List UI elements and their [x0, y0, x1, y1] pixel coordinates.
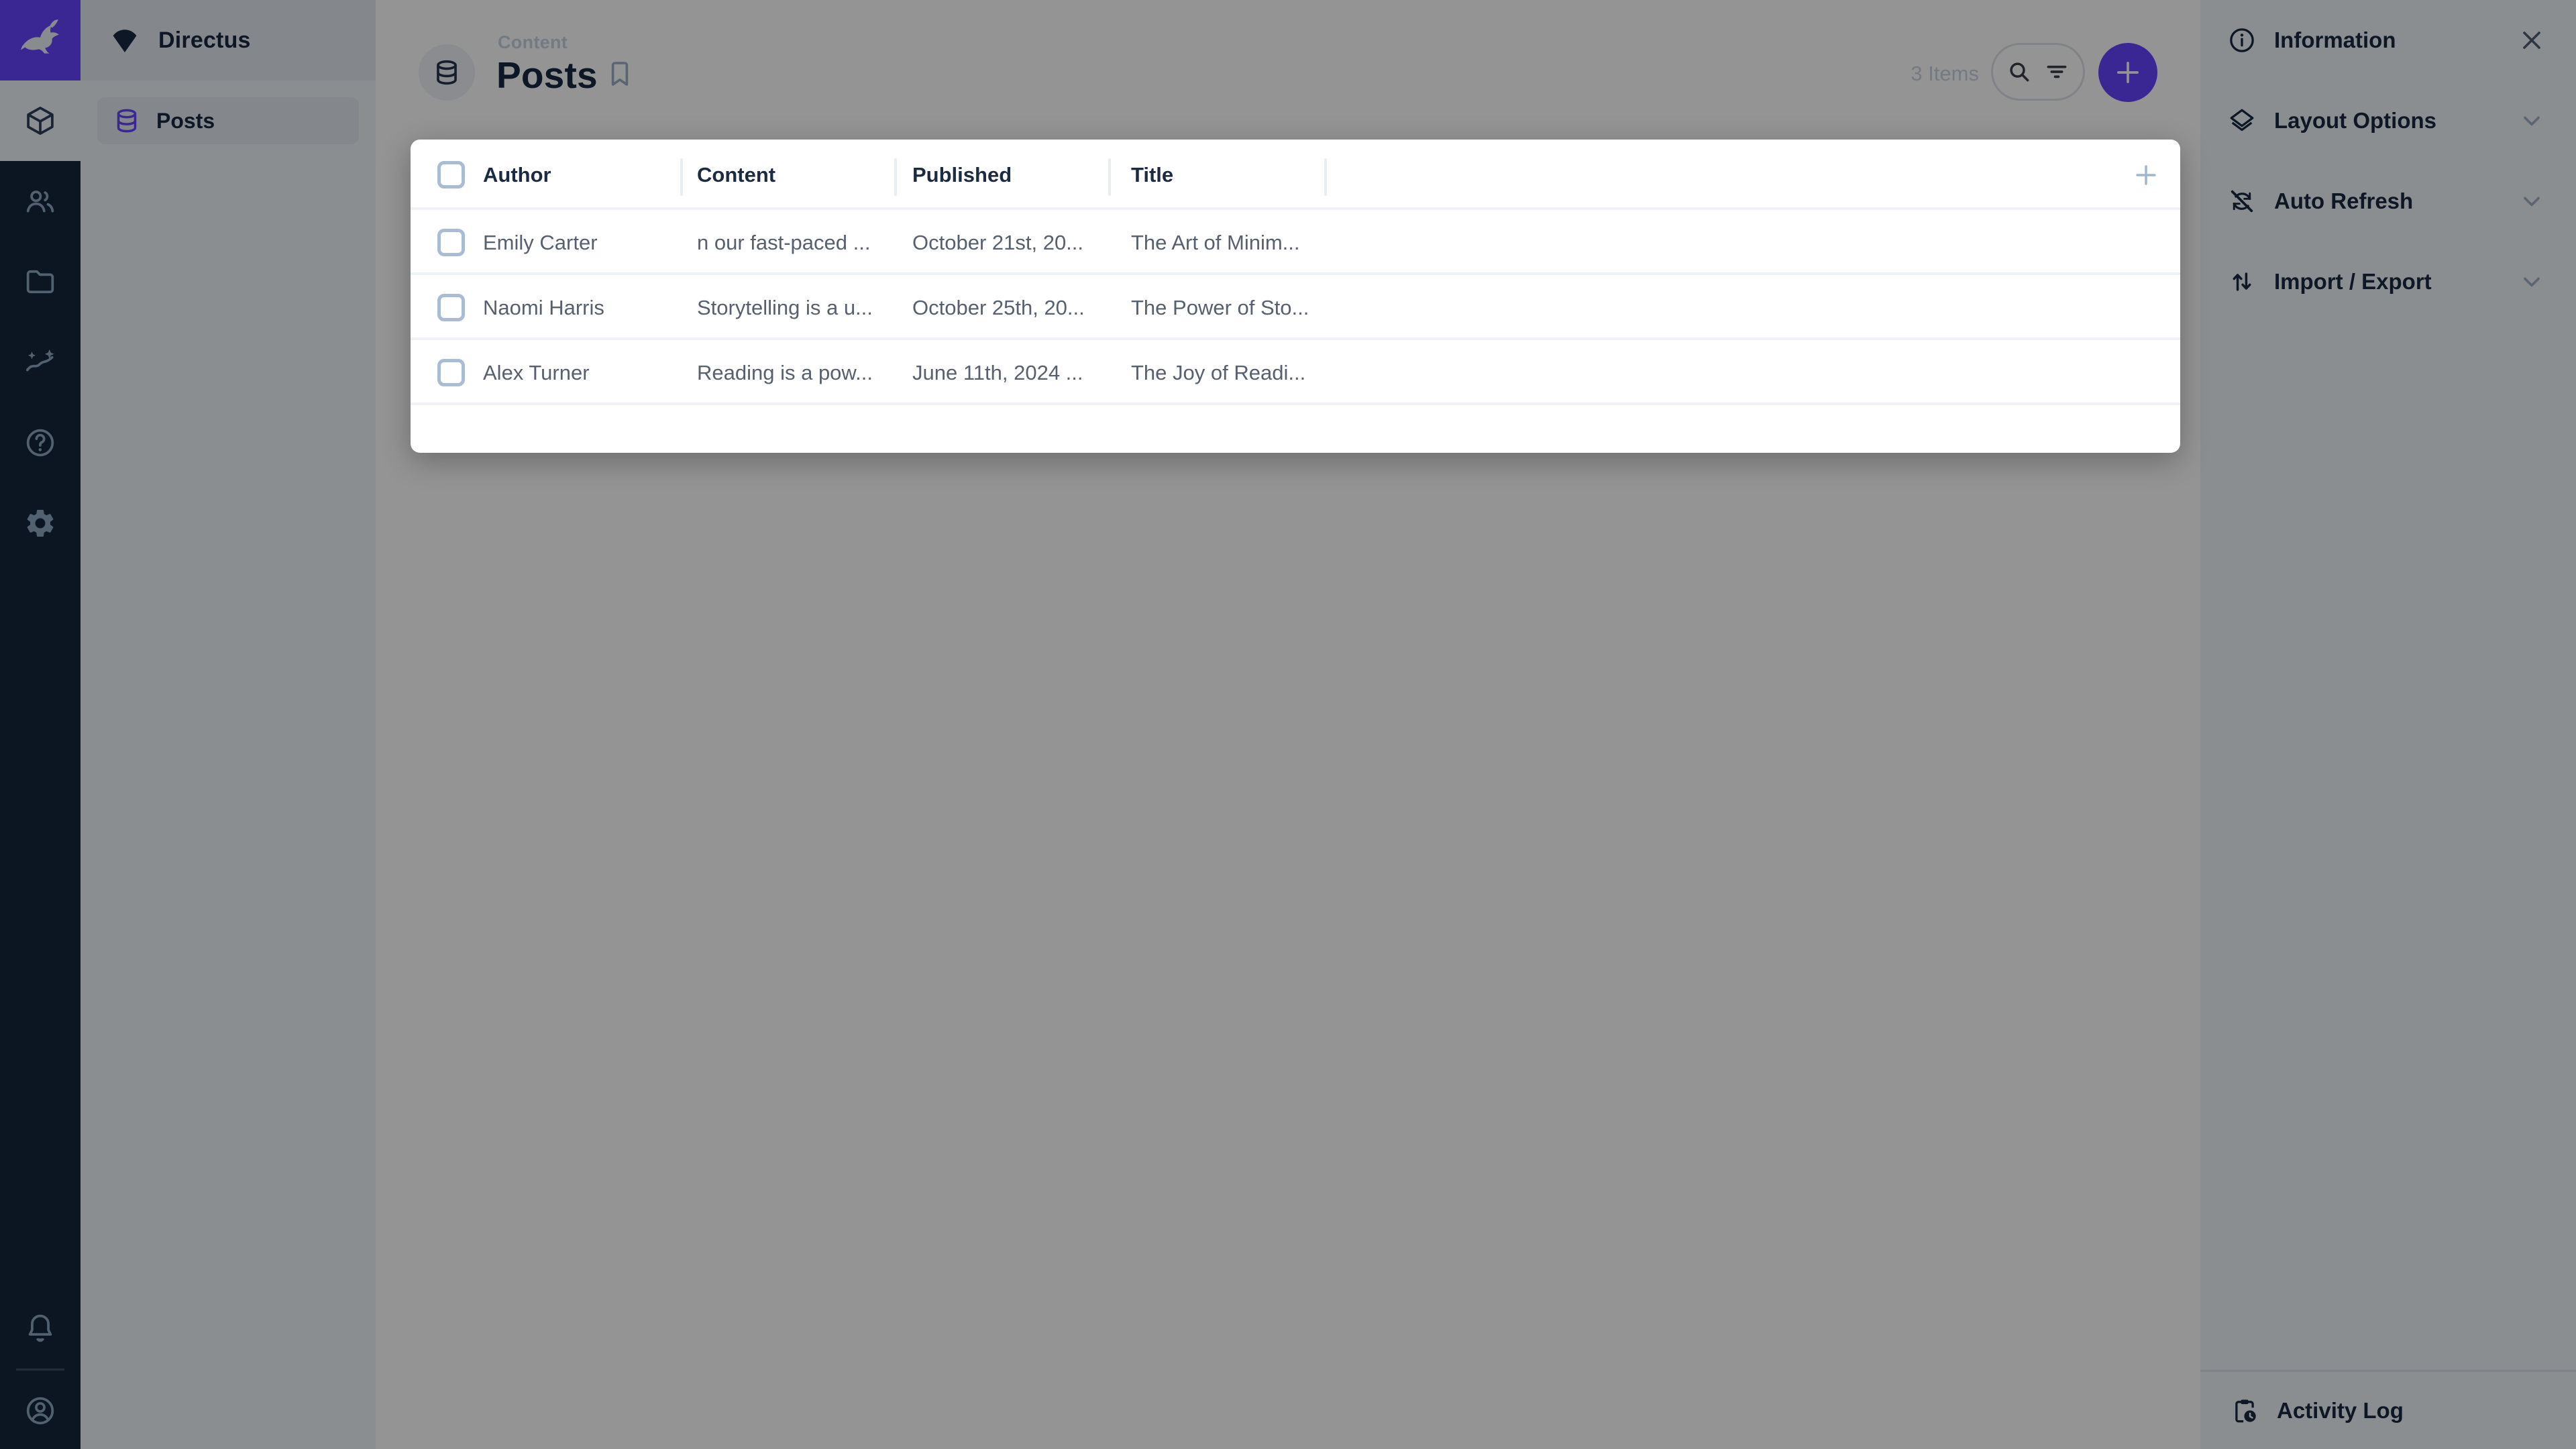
- column-divider[interactable]: [1108, 158, 1111, 196]
- directus-app: Directus Posts Content Posts: [0, 0, 2576, 1449]
- plus-icon: [2132, 161, 2160, 189]
- cell-content: n our fast-paced ...: [697, 210, 870, 275]
- cell-title: The Art of Minim...: [1131, 210, 1300, 275]
- cell-content: Reading is a pow...: [697, 340, 873, 405]
- column-divider[interactable]: [894, 158, 897, 196]
- row-checkbox[interactable]: [437, 359, 465, 386]
- column-header-content[interactable]: Content: [697, 140, 775, 210]
- table-row[interactable]: Alex Turner Reading is a pow... June 11t…: [411, 340, 2180, 405]
- row-checkbox[interactable]: [437, 294, 465, 321]
- column-divider[interactable]: [680, 158, 683, 196]
- cell-content: Storytelling is a u...: [697, 275, 873, 340]
- cell-author: Emily Carter: [483, 210, 598, 275]
- cell-title: The Power of Sto...: [1131, 275, 1309, 340]
- row-checkbox[interactable]: [437, 229, 465, 256]
- select-all-checkbox[interactable]: [437, 161, 465, 189]
- cell-published: October 25th, 20...: [912, 275, 1085, 340]
- table-row[interactable]: Emily Carter n our fast-paced ... Octobe…: [411, 210, 2180, 275]
- column-header-title[interactable]: Title: [1131, 140, 1173, 210]
- cell-author: Naomi Harris: [483, 275, 604, 340]
- cell-title: The Joy of Readi...: [1131, 340, 1305, 405]
- column-header-author[interactable]: Author: [483, 140, 551, 210]
- table-header-row: Author Content Published Title: [411, 140, 2180, 210]
- table-row[interactable]: Naomi Harris Storytelling is a u... Octo…: [411, 275, 2180, 340]
- cell-published: June 11th, 2024 ...: [912, 340, 1083, 405]
- cell-published: October 21st, 20...: [912, 210, 1083, 275]
- column-divider[interactable]: [1324, 158, 1327, 196]
- add-column-button[interactable]: [2132, 140, 2160, 210]
- items-table-card: Author Content Published Title Emily Car…: [411, 140, 2180, 453]
- column-header-published[interactable]: Published: [912, 140, 1012, 210]
- cell-author: Alex Turner: [483, 340, 590, 405]
